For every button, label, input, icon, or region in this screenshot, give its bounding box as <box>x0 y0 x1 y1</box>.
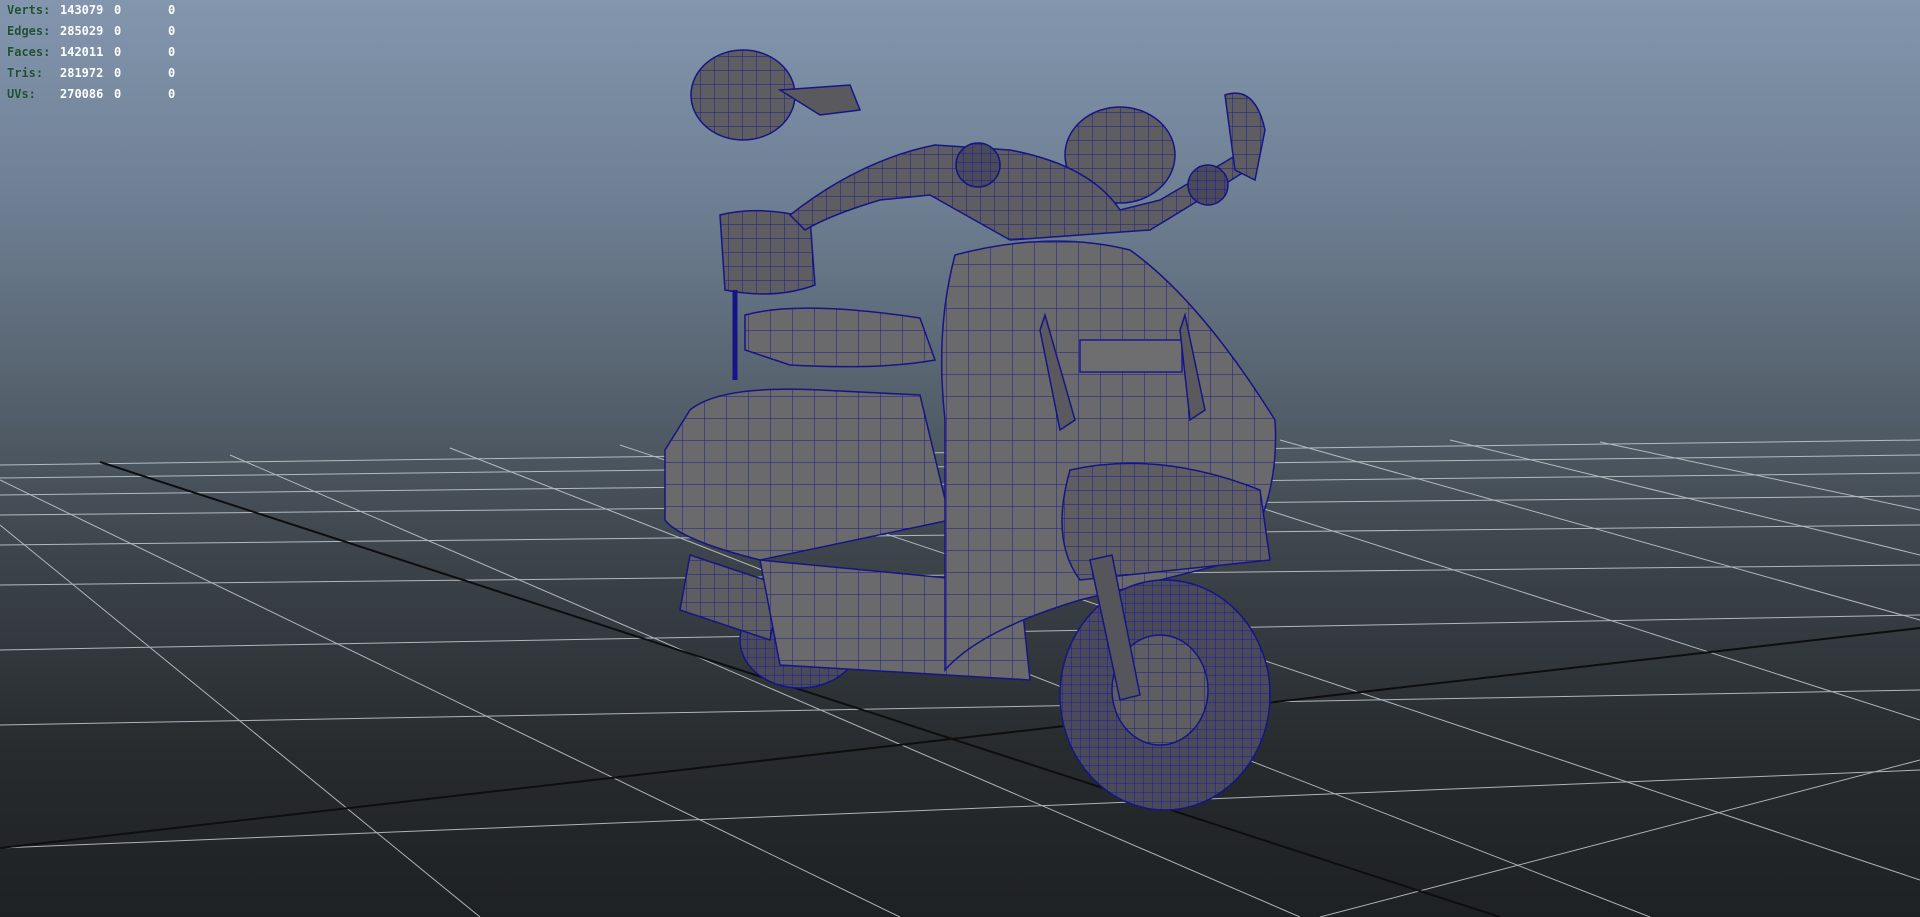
3d-viewport[interactable] <box>0 0 1920 917</box>
hud-label: Edges: <box>7 24 51 38</box>
hud-row-verts: Verts: 143079 0 0 <box>7 0 198 21</box>
hud-value: 270086 <box>60 87 104 101</box>
hud-row-uvs: UVs: 270086 0 0 <box>7 84 198 105</box>
hud-value: 143079 <box>60 3 104 17</box>
hud-uv-value: 0 <box>168 87 176 101</box>
hud-label: Tris: <box>7 66 44 80</box>
poly-count-hud: Verts: 143079 0 0 Edges: 285029 0 0 Face… <box>7 0 198 105</box>
scooter-model[interactable] <box>664 49 1277 811</box>
hud-selected-value: 0 <box>114 45 122 59</box>
hud-uv-value: 0 <box>168 66 176 80</box>
hud-row-faces: Faces: 142011 0 0 <box>7 42 198 63</box>
hud-uv-value: 0 <box>168 3 176 17</box>
hud-uv-value: 0 <box>168 45 176 59</box>
hud-row-tris: Tris: 281972 0 0 <box>7 63 198 84</box>
hud-uv-value: 0 <box>168 24 176 38</box>
hud-selected-value: 0 <box>114 24 122 38</box>
hud-row-edges: Edges: 285029 0 0 <box>7 21 198 42</box>
hud-selected-value: 0 <box>114 66 122 80</box>
hud-value: 142011 <box>60 45 104 59</box>
hud-label: Faces: <box>7 45 51 59</box>
hud-selected-value: 0 <box>114 3 122 17</box>
hud-value: 285029 <box>60 24 104 38</box>
hud-value: 281972 <box>60 66 104 80</box>
hud-label: Verts: <box>7 3 51 17</box>
hud-label: UVs: <box>7 87 36 101</box>
hud-selected-value: 0 <box>114 87 122 101</box>
